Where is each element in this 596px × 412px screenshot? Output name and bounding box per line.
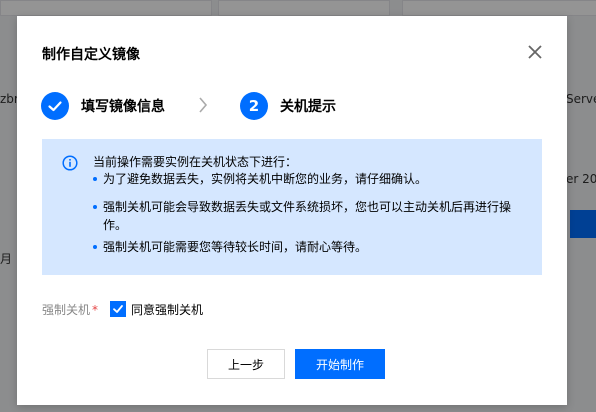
start-create-button[interactable]: 开始制作 — [295, 349, 385, 379]
info-list-item: 为了避免数据丢失，实例将关机中断您的业务，请仔细确认。 — [93, 170, 513, 188]
step-2-label: 关机提示 — [280, 99, 336, 115]
step-2: 2 关机提示 — [240, 92, 336, 120]
info-title: 当前操作需要实例在关机状态下进行： — [93, 155, 298, 169]
create-image-dialog: 制作自定义镜像 填写镜像信息 2 关机提示 当前操作需要实例在关机状态下进行： … — [17, 16, 567, 405]
force-shutdown-checkbox[interactable] — [110, 301, 126, 317]
bullet-dot — [93, 177, 97, 181]
step-1-label: 填写镜像信息 — [81, 99, 165, 115]
info-list-item: 强制关机可能需要您等待较长时间，请耐心等待。 — [93, 238, 513, 256]
step-separator-chevron-icon — [197, 96, 209, 118]
step-1: 填写镜像信息 — [41, 92, 165, 120]
prev-step-button[interactable]: 上一步 — [207, 349, 285, 379]
bullet-dot — [93, 245, 97, 249]
close-button[interactable] — [525, 42, 545, 62]
force-shutdown-label: 强制关机 * — [42, 303, 99, 317]
required-mark: * — [92, 303, 99, 317]
step-1-circle — [41, 92, 69, 120]
step-2-circle: 2 — [240, 92, 268, 120]
info-circle-icon — [62, 155, 78, 175]
check-icon — [113, 305, 123, 313]
close-icon — [528, 45, 542, 59]
info-alert: 当前操作需要实例在关机状态下进行： 为了避免数据丢失，实例将关机中断您的业务，请… — [42, 139, 542, 275]
force-shutdown-checkbox-label[interactable]: 同意强制关机 — [131, 301, 203, 318]
bullet-dot — [93, 205, 97, 209]
check-icon — [48, 101, 62, 112]
info-list-item: 强制关机可能会导致数据丢失或文件系统损坏，您也可以主动关机后再进行操作。 — [93, 198, 513, 234]
dialog-title: 制作自定义镜像 — [42, 47, 140, 63]
